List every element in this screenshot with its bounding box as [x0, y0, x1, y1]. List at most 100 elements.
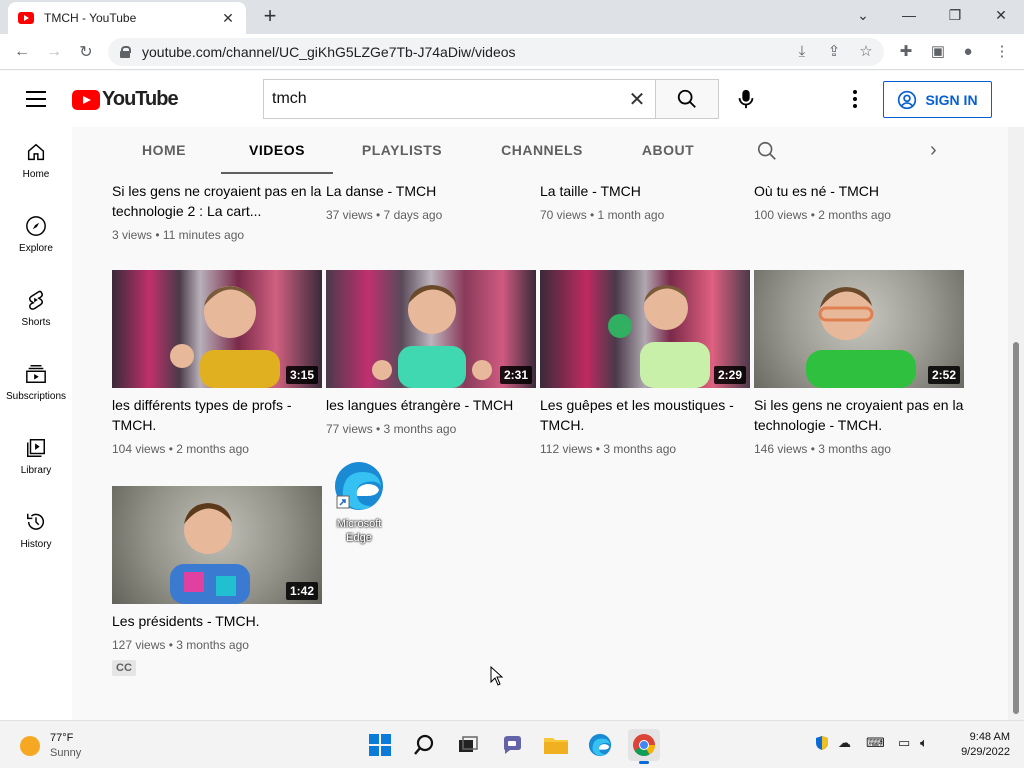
video-card[interactable]: Si les gens ne croyaient pas en la techn…	[112, 174, 322, 242]
minimize-button[interactable]: —	[886, 0, 932, 30]
youtube-masthead: YouTube tmch ✕ SIGN IN	[0, 71, 1024, 127]
settings-menu-icon[interactable]	[846, 88, 864, 110]
back-button[interactable]: ←	[10, 40, 34, 64]
video-card[interactable]: 2:52 Si les gens ne croyaient pas en la …	[754, 270, 964, 456]
tab-title: TMCH - YouTube	[44, 11, 137, 25]
clock-date: 9/29/2022	[961, 746, 1010, 758]
chrome-menu-icon[interactable]: ⋮	[992, 42, 1012, 62]
video-card[interactable]: La taille - TMCH 70 views • 1 month ago	[540, 174, 750, 222]
teams-chat-button[interactable]	[496, 729, 528, 761]
video-title[interactable]: Si les gens ne croyaient pas en la techn…	[754, 395, 964, 435]
weather-temperature: 77°F	[50, 732, 74, 744]
video-card[interactable]: 1:42 Les présidents - TMCH. 127 views • …	[112, 486, 322, 676]
search-input[interactable]: tmch ✕	[263, 79, 655, 119]
chat-icon	[504, 736, 521, 754]
tab-playlists[interactable]: PLAYLISTS	[352, 127, 452, 174]
youtube-logo[interactable]: YouTube	[72, 88, 179, 111]
channel-search-icon[interactable]	[756, 140, 778, 167]
video-thumbnail[interactable]: 2:31	[326, 270, 536, 388]
forward-button[interactable]: →	[42, 40, 66, 64]
video-title[interactable]: Les présidents - TMCH.	[112, 611, 322, 631]
microsoft-edge-icon	[335, 462, 383, 510]
video-card[interactable]: 2:31 les langues étrangère - TMCH 77 vie…	[326, 270, 536, 436]
chevron-right-icon[interactable]: ›	[930, 139, 937, 162]
new-tab-button[interactable]: +	[258, 4, 282, 28]
tab-channels[interactable]: CHANNELS	[490, 127, 594, 174]
side-panel-icon[interactable]: ▣	[928, 42, 948, 62]
video-duration: 2:31	[499, 366, 532, 384]
sign-in-label: SIGN IN	[925, 91, 978, 108]
video-metadata: 100 views • 2 months ago	[754, 208, 891, 222]
clear-search-icon[interactable]: ✕	[619, 87, 655, 112]
guide-menu-icon[interactable]	[26, 91, 46, 107]
video-thumbnail[interactable]: 3:15	[112, 270, 322, 388]
sign-in-button[interactable]: SIGN IN	[883, 81, 992, 118]
keyboard-icon[interactable]: ⌨	[866, 735, 885, 751]
desktop-edge-shortcut[interactable]: Microsoft Edge	[330, 460, 388, 545]
sidebar-item-label: Shorts	[21, 317, 51, 328]
video-metadata: 70 views • 1 month ago	[540, 208, 665, 222]
extensions-icon[interactable]: ✚	[896, 42, 916, 62]
cloud-offline-icon[interactable]: ☁	[838, 735, 851, 751]
video-title[interactable]: Les guêpes et les moustiques - TMCH.	[540, 395, 750, 435]
video-title[interactable]: Si les gens ne croyaient pas en la techn…	[112, 181, 322, 221]
file-explorer-button[interactable]	[540, 729, 572, 761]
shorts-icon	[29, 290, 43, 310]
restore-button[interactable]: ❐	[932, 0, 978, 30]
network-icon[interactable]: ▭	[898, 735, 910, 751]
history-icon	[27, 513, 44, 530]
address-bar[interactable]: youtube.com/channel/UC_giKhG5LZGe7Tb-J74…	[108, 38, 884, 66]
tab-search-icon[interactable]: ⌄	[840, 0, 886, 30]
video-card[interactable]: La danse - TMCH 37 views • 7 days ago	[326, 174, 536, 222]
reload-button[interactable]: ↻	[74, 40, 98, 64]
video-title[interactable]: La danse - TMCH	[326, 181, 536, 201]
sidebar-item-library[interactable]: Library	[0, 423, 72, 497]
task-view-icon	[459, 736, 478, 752]
profile-icon[interactable]: ●	[958, 42, 978, 62]
video-title[interactable]: les différents types de profs - TMCH.	[112, 395, 322, 435]
close-tab-icon[interactable]: ✕	[220, 10, 236, 27]
video-thumbnail[interactable]: 2:52	[754, 270, 964, 388]
video-metadata: 146 views • 3 months ago	[754, 442, 891, 456]
close-window-button[interactable]: ✕	[978, 0, 1024, 30]
page-scrollbar[interactable]	[1008, 127, 1024, 720]
tab-about[interactable]: ABOUT	[632, 127, 704, 174]
taskbar-search-button[interactable]	[408, 729, 440, 761]
chrome-taskbar-button[interactable]	[628, 729, 660, 764]
sidebar-item-explore[interactable]: Explore	[0, 201, 72, 275]
sidebar-item-subscriptions[interactable]: Subscriptions	[0, 349, 72, 423]
share-icon[interactable]: ⇪	[824, 42, 844, 62]
video-card[interactable]: Où tu es né - TMCH 100 views • 2 months …	[754, 174, 964, 222]
video-card[interactable]: 3:15 les différents types de profs - TMC…	[112, 270, 322, 456]
volume-icon[interactable]: 🔈︎	[920, 735, 928, 751]
scrollbar-thumb[interactable]	[1013, 342, 1019, 714]
mini-guide-sidebar: Home Explore Shorts Subscriptions Librar…	[0, 127, 72, 720]
tab-home[interactable]: HOME	[120, 127, 208, 174]
weather-widget[interactable]: 77°F Sunny	[20, 731, 81, 761]
edge-taskbar-button[interactable]	[584, 729, 616, 761]
sidebar-item-shorts[interactable]: Shorts	[0, 275, 72, 349]
video-duration: 3:15	[285, 366, 318, 384]
video-thumbnail[interactable]: 2:29	[540, 270, 750, 388]
active-app-indicator	[639, 761, 649, 764]
video-title[interactable]: les langues étrangère - TMCH	[326, 395, 536, 415]
browser-tab[interactable]: TMCH - YouTube ✕	[8, 2, 246, 34]
task-view-button[interactable]	[452, 729, 484, 761]
system-clock[interactable]: 9:48 AM 9/29/2022	[950, 730, 1010, 760]
video-title[interactable]: Où tu es né - TMCH	[754, 181, 964, 201]
video-thumbnail[interactable]: 1:42	[112, 486, 322, 604]
bookmark-star-icon[interactable]: ☆	[856, 42, 876, 62]
start-button[interactable]	[364, 729, 396, 761]
sidebar-item-home[interactable]: Home	[0, 127, 72, 201]
video-title[interactable]: La taille - TMCH	[540, 181, 750, 201]
voice-search-button[interactable]	[730, 83, 762, 115]
video-metadata: 112 views • 3 months ago	[540, 442, 677, 456]
closed-captions-badge: CC	[112, 660, 136, 676]
sidebar-item-history[interactable]: History	[0, 497, 72, 571]
security-shield-icon[interactable]	[814, 735, 830, 754]
video-card[interactable]: 2:29 Les guêpes et les moustiques - TMCH…	[540, 270, 750, 456]
youtube-play-icon	[72, 89, 100, 110]
tab-videos[interactable]: VIDEOS	[221, 127, 333, 174]
install-icon[interactable]: ⤓	[792, 42, 812, 62]
search-button[interactable]	[655, 79, 719, 119]
